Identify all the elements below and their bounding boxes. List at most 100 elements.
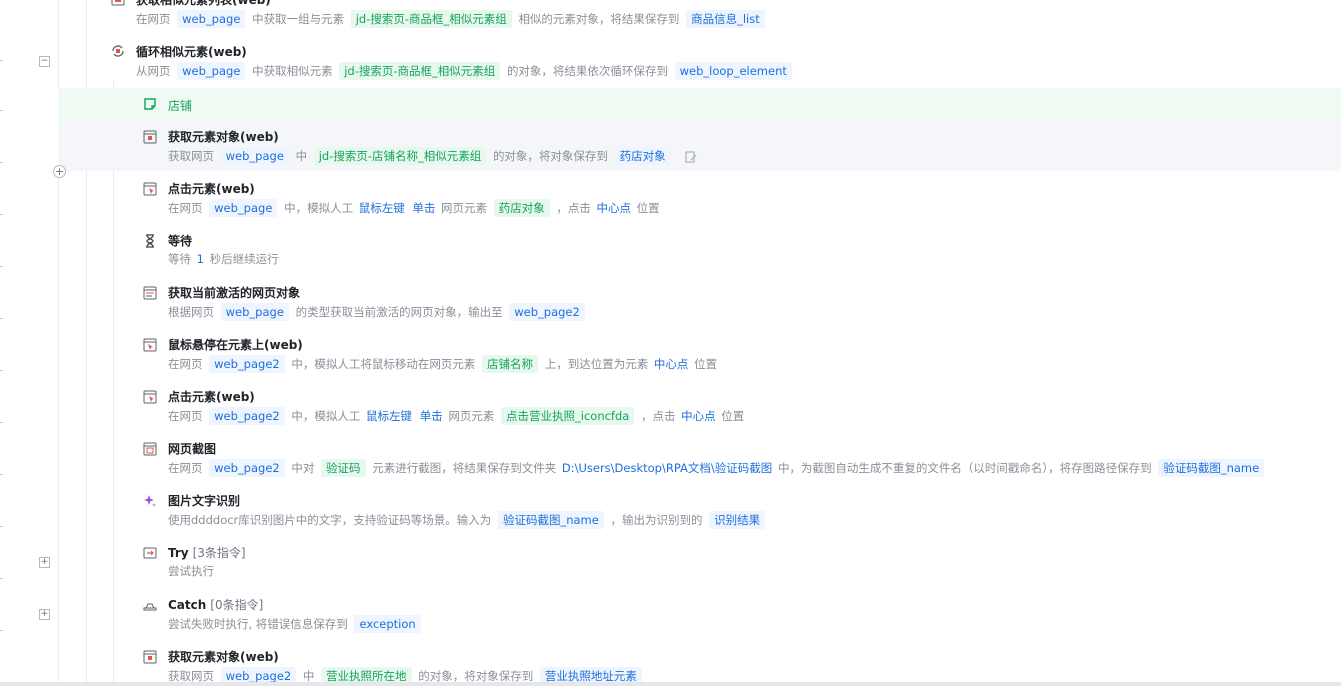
desc-text: 获取网页	[168, 669, 214, 683]
variable-tag[interactable]: web_page	[177, 10, 246, 28]
step-title[interactable]: 等待	[168, 232, 192, 249]
desc-text: 的对象，将对象保存到	[418, 669, 534, 683]
variable-tag[interactable]: 验证码截图_name	[1158, 459, 1265, 477]
option-keyword[interactable]: 中心点	[654, 357, 689, 371]
desc-text: 元素进行截图，将结果保存到文件夹	[372, 461, 557, 475]
step-description: 在网页 web_page2 中，模拟人工 鼠标左键 单击 网页元素 点击营业执照…	[168, 407, 744, 425]
wait-seconds-value[interactable]: 1	[197, 252, 204, 266]
get-element-icon	[143, 650, 157, 664]
variable-tag[interactable]: web_page2	[509, 303, 585, 321]
step-title[interactable]: 图片文字识别	[168, 492, 240, 509]
variable-tag[interactable]: 药店对象	[614, 147, 671, 165]
step-title[interactable]: Try [3条指令]	[168, 544, 246, 561]
desc-text: 在网页	[168, 461, 203, 475]
desc-text: 从网页	[136, 64, 171, 78]
option-keyword[interactable]: 中心点	[681, 409, 716, 423]
element-tag[interactable]: 药店对象	[493, 199, 550, 217]
variable-tag[interactable]: web_page	[220, 147, 289, 165]
comment-text[interactable]: 店铺	[168, 97, 192, 114]
step-description: 根据网页 web_page 的类型获取当前激活的网页对象，输出至 web_pag…	[168, 303, 588, 321]
click-element-icon	[143, 390, 157, 404]
desc-text: 尝试失败时执行, 将错误信息保存到	[168, 617, 348, 631]
folder-path[interactable]: D:\Users\Desktop\RPA文档\验证码截图	[562, 461, 772, 475]
option-keyword[interactable]: 单击	[420, 409, 443, 423]
step-title[interactable]: 鼠标悬停在元素上(web)	[168, 336, 303, 353]
step-description: 等待 1 秒后继续运行	[168, 251, 279, 267]
variable-tag[interactable]: exception	[354, 615, 421, 633]
gutter-tick	[0, 526, 3, 527]
step-title[interactable]: 获取当前激活的网页对象	[168, 284, 300, 301]
desc-text: 中，模拟人工	[291, 409, 361, 423]
variable-tag[interactable]: web_page2	[209, 407, 285, 425]
element-tag[interactable]: jd-搜索页-店铺名称_相似元素组	[313, 147, 487, 165]
comment-icon	[144, 98, 156, 110]
step-title[interactable]: 获取元素对象(web)	[168, 648, 279, 665]
step-title[interactable]: 网页截图	[168, 440, 216, 457]
element-tag[interactable]: jd-搜索页-商品框_相似元素组	[339, 62, 501, 80]
desc-text: 的对象，将对象保存到	[492, 149, 608, 163]
expand-try-button[interactable]: +	[39, 557, 50, 568]
variable-tag[interactable]: web_page	[177, 62, 246, 80]
variable-tag[interactable]: 识别结果	[709, 511, 766, 529]
desc-text: 中	[295, 149, 308, 163]
gutter-tick	[0, 318, 3, 319]
active-page-icon	[143, 286, 157, 300]
option-keyword[interactable]: 鼠标左键	[366, 409, 412, 423]
variable-tag[interactable]: web_loop_element	[674, 62, 792, 80]
desc-text: 的类型获取当前激活的网页对象，输出至	[295, 305, 503, 319]
edit-note-icon[interactable]	[685, 151, 697, 163]
step-title[interactable]: 点击元素(web)	[168, 388, 255, 405]
comment-row-bg	[58, 88, 1341, 121]
expand-catch-button[interactable]: +	[39, 609, 50, 620]
element-tag[interactable]: 点击营业执照_iconcfda	[501, 407, 635, 425]
insert-step-button[interactable]: +	[53, 165, 66, 178]
desc-text: 尝试执行	[168, 564, 214, 578]
catch-label: Catch	[168, 598, 207, 612]
hover-element-icon	[143, 338, 157, 352]
step-title[interactable]: 获取元素对象(web)	[168, 128, 279, 145]
desc-text: 中，模拟人工将鼠标移动在网页元素	[291, 357, 476, 371]
horizontal-scrollbar[interactable]	[0, 682, 1341, 686]
gutter-tick	[0, 578, 3, 579]
desc-text: 获取网页	[168, 149, 214, 163]
variable-tag[interactable]: 验证码截图_name	[497, 511, 604, 529]
desc-text: 在网页	[168, 201, 203, 215]
step-title[interactable]: 循环相似元素(web)	[136, 43, 247, 60]
element-tag[interactable]: 验证码	[321, 459, 366, 477]
step-description: 在网页 web_page 中，模拟人工 鼠标左键 单击 网页元素 药店对象 ，点…	[168, 199, 660, 217]
element-tag[interactable]: jd-搜索页-商品框_相似元素组	[350, 10, 512, 28]
desc-text: 秒后继续运行	[209, 252, 279, 266]
desc-text: 中，为截图自动生成不重复的文件名（以时间戳命名），将存图路径保存到	[777, 461, 1152, 475]
desc-text: 网页元素	[448, 409, 495, 423]
variable-tag[interactable]: web_page	[209, 199, 278, 217]
option-keyword[interactable]: 中心点	[597, 201, 632, 215]
collapse-loop-button[interactable]: −	[39, 56, 50, 67]
option-keyword[interactable]: 鼠标左键	[359, 201, 405, 215]
step-description: 获取网页 web_page 中 jd-搜索页-店铺名称_相似元素组 的对象，将对…	[168, 147, 697, 165]
desc-text: 在网页	[168, 409, 203, 423]
catch-icon	[143, 603, 157, 611]
desc-text: 上，到达位置为元素	[544, 357, 649, 371]
gutter-tick	[0, 162, 3, 163]
desc-text: 中，模拟人工	[284, 201, 354, 215]
variable-tag[interactable]: web_page2	[209, 459, 285, 477]
desc-text: 根据网页	[168, 305, 214, 319]
desc-text: ，输出为识别到的	[610, 513, 703, 527]
step-description: 在网页 web_page2 中，模拟人工将鼠标移动在网页元素 店铺名称 上，到达…	[168, 355, 717, 373]
desc-text: 中	[302, 669, 315, 683]
desc-text: 位置	[636, 201, 660, 215]
gutter-tick	[0, 60, 3, 61]
step-title[interactable]: 获取相似元素列表(web)	[136, 0, 271, 8]
option-keyword[interactable]: 单击	[412, 201, 435, 215]
element-tag[interactable]: 店铺名称	[482, 355, 539, 373]
step-title[interactable]: 点击元素(web)	[168, 180, 255, 197]
variable-tag[interactable]: web_page	[220, 303, 289, 321]
desc-text: 在网页	[136, 12, 171, 26]
loop-element-icon	[112, 45, 124, 57]
step-description: 从网页 web_page 中获取相似元素 jd-搜索页-商品框_相似元素组 的对…	[136, 62, 795, 80]
desc-text: 网页元素	[441, 201, 488, 215]
variable-tag[interactable]: web_page2	[209, 355, 285, 373]
step-title[interactable]: Catch [0条指令]	[168, 596, 263, 613]
variable-tag[interactable]: 商品信息_list	[686, 10, 765, 28]
desc-text: 中获取相似元素	[252, 64, 333, 78]
